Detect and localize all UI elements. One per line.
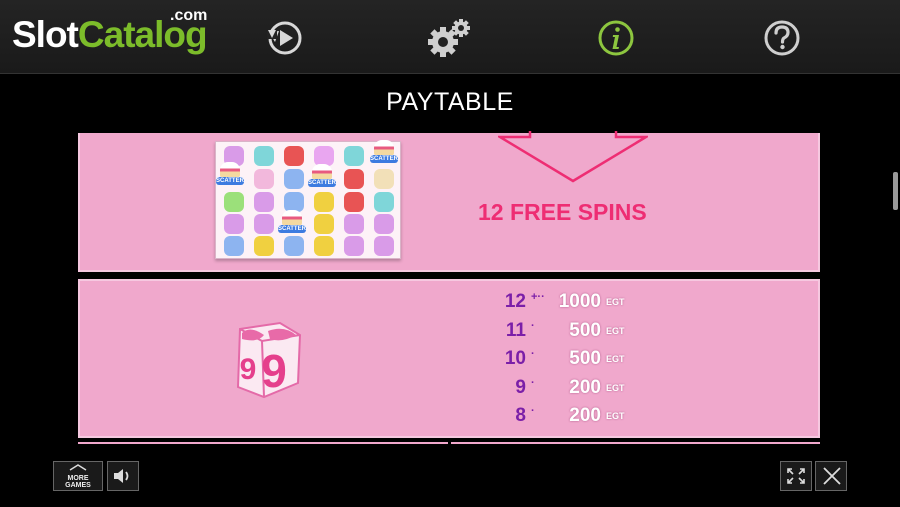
symbol-count: 9: [515, 376, 526, 398]
help-icon[interactable]: [762, 18, 802, 58]
symbol-count: 11: [505, 319, 526, 341]
replay-icon[interactable]: [264, 18, 304, 58]
scatter-feature-panel: SCATTER SCATTER SCATTER SCATTER 12 FREE …: [78, 131, 820, 272]
dice-symbol: [284, 169, 304, 189]
fullscreen-button[interactable]: [780, 461, 812, 491]
dice-symbol: [374, 214, 394, 234]
payout-amount: 500: [569, 319, 601, 341]
dice-symbol: [284, 192, 304, 212]
scrollbar[interactable]: [893, 172, 898, 210]
home-icon: [69, 464, 87, 471]
dice-symbol: [374, 236, 394, 256]
sound-button[interactable]: [107, 461, 139, 491]
symbol-payout-panel: 9 9 12 +·· 1000 EGT 11 · 500 EGT 10 · 500 EGT 9 · 200 E…: [78, 279, 820, 438]
dice-nine-symbol-icon: 9 9: [236, 321, 302, 399]
payout-amount: 200: [569, 405, 601, 426]
dice-symbol: [224, 214, 244, 234]
svg-text:9: 9: [240, 353, 257, 386]
down-arrow-icon: [498, 131, 648, 183]
currency-label: EGT: [606, 382, 625, 393]
dice-symbol: [314, 214, 334, 234]
dice-symbol: [314, 146, 334, 166]
dice-symbol: [344, 146, 364, 166]
page-title: PAYTABLE: [386, 88, 514, 116]
dice-symbol: [284, 236, 304, 256]
currency-label: EGT: [606, 411, 625, 421]
dice-symbol: [284, 146, 304, 166]
logo-com-text: .com: [170, 7, 208, 24]
fullscreen-icon: [787, 468, 805, 484]
info-icon[interactable]: [596, 18, 636, 58]
free-spins-text: 12 FREE SPINS: [478, 199, 647, 225]
close-icon: [823, 467, 841, 485]
dice-symbol: [254, 192, 274, 212]
settings-gears-icon[interactable]: [428, 18, 474, 58]
scatter-symbol: SCATTER: [216, 162, 244, 188]
dice-symbol: [314, 192, 334, 212]
dice-symbol: [344, 192, 364, 212]
dice-symbol: [224, 192, 244, 212]
dice-symbol: [254, 146, 274, 166]
dice-symbol: [224, 236, 244, 256]
svg-text:9: 9: [261, 345, 287, 397]
symbol-count: 8: [515, 405, 526, 426]
logo-slot-text: Slot: [12, 14, 79, 55]
dice-symbol: [344, 214, 364, 234]
more-games-button[interactable]: MORE GAMES: [53, 461, 103, 491]
dice-symbol: [374, 169, 394, 189]
currency-label: EGT: [606, 354, 625, 364]
close-button[interactable]: [815, 461, 847, 491]
speaker-icon: [114, 469, 129, 483]
top-bar: SlotCatalog .com: [0, 0, 900, 74]
reels-example-image: SCATTER SCATTER SCATTER SCATTER: [215, 140, 401, 259]
scatter-symbol: SCATTER: [308, 164, 336, 190]
currency-label: EGT: [606, 325, 625, 336]
payout-amount: 1000: [558, 291, 601, 312]
payout-amount: 500: [569, 348, 601, 369]
dice-symbol: [314, 236, 334, 256]
symbol-count: 12: [504, 291, 526, 312]
scatter-symbol: SCATTER: [370, 140, 398, 166]
dice-symbol: [344, 236, 364, 256]
dice-symbol: [254, 214, 274, 234]
scatter-symbol: SCATTER: [278, 210, 306, 236]
dice-symbol: [344, 169, 364, 189]
dice-symbol: [254, 169, 274, 189]
currency-label: EGT: [606, 297, 625, 307]
dice-symbol: [254, 236, 274, 256]
dice-symbol: [374, 192, 394, 212]
symbol-count: 10: [504, 348, 526, 369]
payout-amount: 200: [569, 376, 601, 398]
